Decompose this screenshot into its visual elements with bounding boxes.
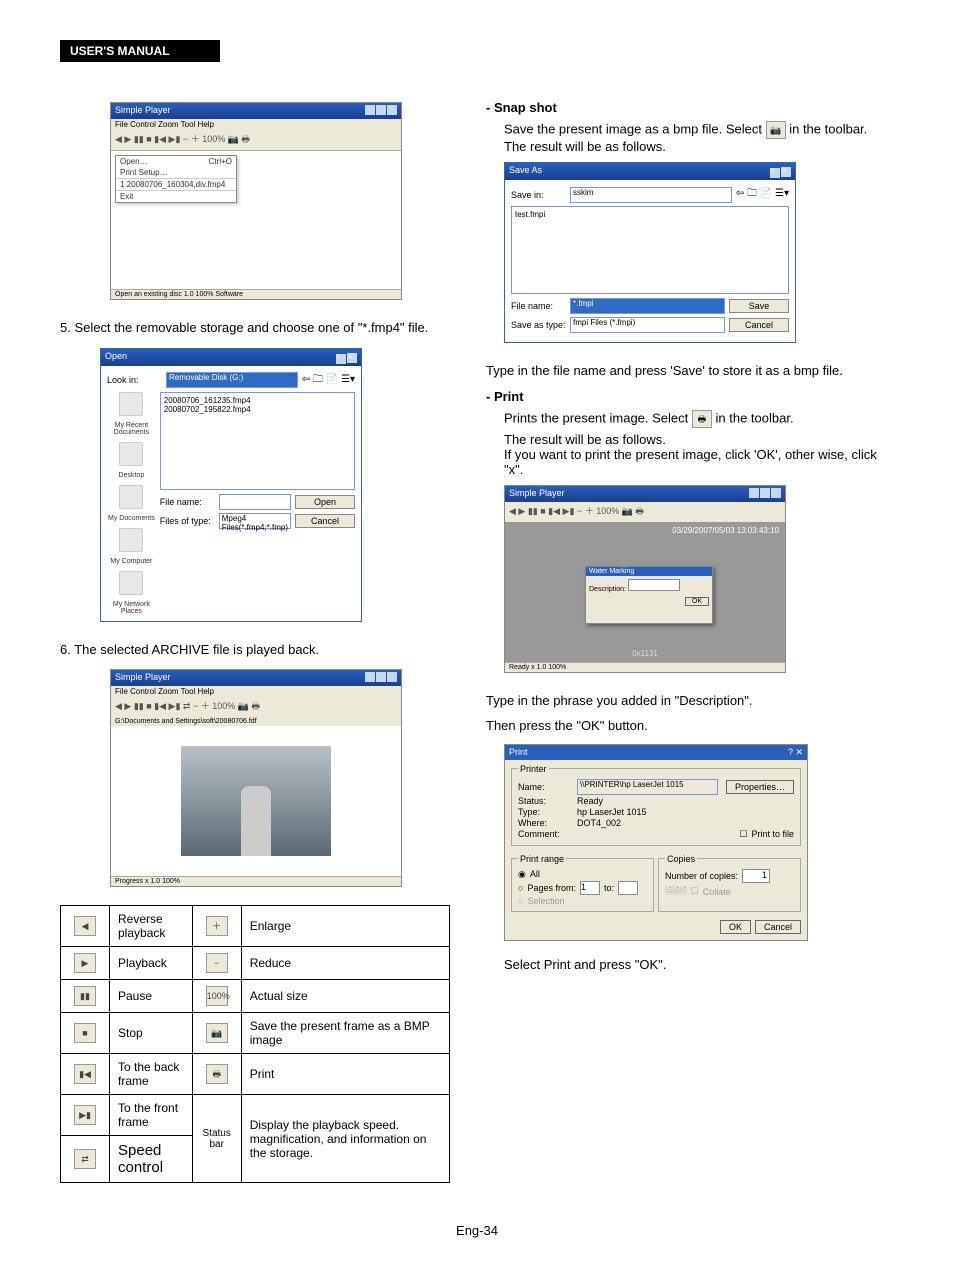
reverse-icon[interactable]: ◀ <box>74 916 96 936</box>
range-selection-radio: ○ <box>518 896 523 906</box>
recent-icon[interactable] <box>119 392 143 416</box>
menu-recent[interactable]: 1 20080706_160304,div.fmp4 <box>120 180 225 189</box>
controls-table: ◀Reverse playback＋Enlarge ▶Playback−Redu… <box>60 905 450 1183</box>
speed-icon[interactable]: ⇄ <box>74 1149 96 1169</box>
status-bar-label: Status bar <box>192 1095 241 1183</box>
save-type-select[interactable]: fmpi Files (*.fmpi) <box>570 317 725 333</box>
filename-label: File name: <box>160 497 215 507</box>
step-6-text: 6. The selected ARCHIVE file is played b… <box>60 640 450 660</box>
savein-label: Save in: <box>511 190 566 200</box>
print-cancel-button[interactable]: Cancel <box>755 920 801 934</box>
menu-exit[interactable]: Exit <box>120 192 133 201</box>
properties-button[interactable]: Properties… <box>726 780 794 794</box>
copies-input[interactable]: 1 <box>742 869 770 883</box>
menubar: File Control Zoom Tool Help <box>111 119 401 130</box>
print-screenshot: Simple Player ◀ ▶ ▮▮ ■ ▮◀ ▶▮ − ＋ 100% 📷 … <box>504 485 786 673</box>
print-to-file-checkbox[interactable]: ☐ <box>739 829 747 840</box>
player-screenshot-1: Simple Player File Control Zoom Tool Hel… <box>110 102 402 300</box>
printer-icon[interactable]: 🖶 <box>692 410 712 428</box>
print-body2: The result will be as follows. <box>504 432 894 447</box>
video-thumb: 03/29/2007/05/03 13:03:43:10 Water Marki… <box>505 522 785 662</box>
actual-size-icon[interactable]: 100% <box>206 986 228 1006</box>
collate-checkbox: ☐ <box>691 886 699 897</box>
mydocs-icon[interactable] <box>119 485 143 509</box>
save-filename-label: File name: <box>511 301 566 311</box>
mycomp-icon[interactable] <box>119 528 143 552</box>
file-menu-popup: Open…Ctrl+O Print Setup… 1 20080706_1603… <box>115 155 237 203</box>
menu-print-setup[interactable]: Print Setup… <box>120 168 168 177</box>
open-button[interactable]: Open <box>295 495 355 509</box>
toolbar-icons: ◀ ▶ ▮▮ ■ ▮◀ ▶▮ − ＋ 100% 📷 🖶 <box>111 130 401 150</box>
camera-icon[interactable]: 📷 <box>766 121 786 139</box>
print-instr2: Then press the "OK" button. <box>486 716 894 736</box>
window-titlebar: Simple Player <box>111 103 401 119</box>
filename-input[interactable] <box>219 494 291 510</box>
snapshot-body1: Save the present image as a bmp file. Se… <box>504 121 894 139</box>
player-screenshot-2: Simple Player File Control Zoom Tool Hel… <box>110 669 402 887</box>
print-instr1: Type in the phrase you added in "Descrip… <box>486 691 894 711</box>
play-icon[interactable]: ▶ <box>74 953 96 973</box>
save-filename-input[interactable]: *.fmpi <box>570 298 725 314</box>
status-line: Open an existing disc 1.0 100% Software <box>111 289 401 299</box>
print-ok-button[interactable]: OK <box>720 920 751 934</box>
page-footer: Eng-34 <box>60 1223 894 1238</box>
reduce-icon[interactable]: − <box>206 953 228 973</box>
save-as-dialog: Save As?✕ Save in: sskim ⇦ 🗀 📄 ☰▾ test.f… <box>504 162 796 343</box>
select-print-text: Select Print and press "OK". <box>504 955 894 975</box>
window-buttons <box>364 105 397 117</box>
cancel-button[interactable]: Cancel <box>295 514 355 528</box>
front-frame-icon[interactable]: ▶▮ <box>74 1105 96 1125</box>
right-column: - Snap shot Save the present image as a … <box>486 92 894 1183</box>
print-dialog: Print? ✕ Printer Name:\\PRINTER\hp Laser… <box>504 744 808 941</box>
prompt-ok-button[interactable]: OK <box>685 597 709 606</box>
range-all-radio[interactable]: ◉ <box>518 869 526 880</box>
manual-banner: USER'S MANUAL <box>60 40 220 62</box>
snapshot-heading: - Snap shot <box>486 100 894 115</box>
path-field: G:\Documents and Settings\soft\20080706.… <box>111 717 401 726</box>
filetype-label: Files of type: <box>160 516 215 526</box>
watermark-prompt: Water Marking Description: OK <box>585 566 713 624</box>
back-frame-icon[interactable]: ▮◀ <box>74 1064 96 1084</box>
video-area <box>111 726 401 876</box>
window-title: Simple Player <box>115 105 171 117</box>
file-list[interactable]: 20080706_161235.fmp4 20080702_195822.fmp… <box>160 392 355 490</box>
savein-select[interactable]: sskim <box>570 187 732 203</box>
save-instruction: Type in the file name and press 'Save' t… <box>486 361 894 381</box>
lookin-label: Look in: <box>107 375 162 385</box>
main-columns: Simple Player File Control Zoom Tool Hel… <box>60 92 894 1183</box>
menu-open[interactable]: Open… <box>120 157 148 166</box>
snapshot-body2: The result will be as follows. <box>504 139 894 154</box>
enlarge-icon[interactable]: ＋ <box>206 916 228 936</box>
left-column: Simple Player File Control Zoom Tool Hel… <box>60 92 450 1183</box>
dialog-title: Open <box>105 351 127 364</box>
pause-icon[interactable]: ▮▮ <box>74 986 96 1006</box>
printer-name-select[interactable]: \\PRINTER\hp LaserJet 1015 <box>577 779 718 795</box>
print-body1: Prints the present image. Select 🖶 in th… <box>504 410 894 428</box>
save-button[interactable]: Save <box>729 299 789 313</box>
desktop-icon[interactable] <box>119 442 143 466</box>
filetype-select[interactable]: Mpeg4 Files(*.fmp4;*.fmp) <box>219 513 291 529</box>
range-pages-radio[interactable]: ○ <box>518 883 523 893</box>
save-type-label: Save as type: <box>511 320 566 330</box>
save-file-list[interactable]: test.fmpi <box>511 206 789 294</box>
description-input[interactable] <box>628 579 680 591</box>
print-heading: - Print <box>486 389 894 404</box>
open-dialog: Open?✕ Look in: Removable Disk (G:) ⇦ 🗀 … <box>100 348 362 622</box>
mynet-icon[interactable] <box>119 571 143 595</box>
player-body: Open…Ctrl+O Print Setup… 1 20080706_1603… <box>111 150 401 289</box>
step-5-text: 5. Select the removable storage and choo… <box>60 318 450 338</box>
places-bar: My Recent Documents Desktop My Documents… <box>107 392 156 615</box>
snapshot-icon[interactable]: 📷 <box>206 1023 228 1043</box>
print-icon[interactable]: 🖶 <box>206 1064 228 1084</box>
lookin-select[interactable]: Removable Disk (G:) <box>166 372 298 388</box>
print-body3: If you want to print the present image, … <box>504 447 894 477</box>
stop-icon[interactable]: ■ <box>74 1023 96 1043</box>
save-cancel-button[interactable]: Cancel <box>729 318 789 332</box>
